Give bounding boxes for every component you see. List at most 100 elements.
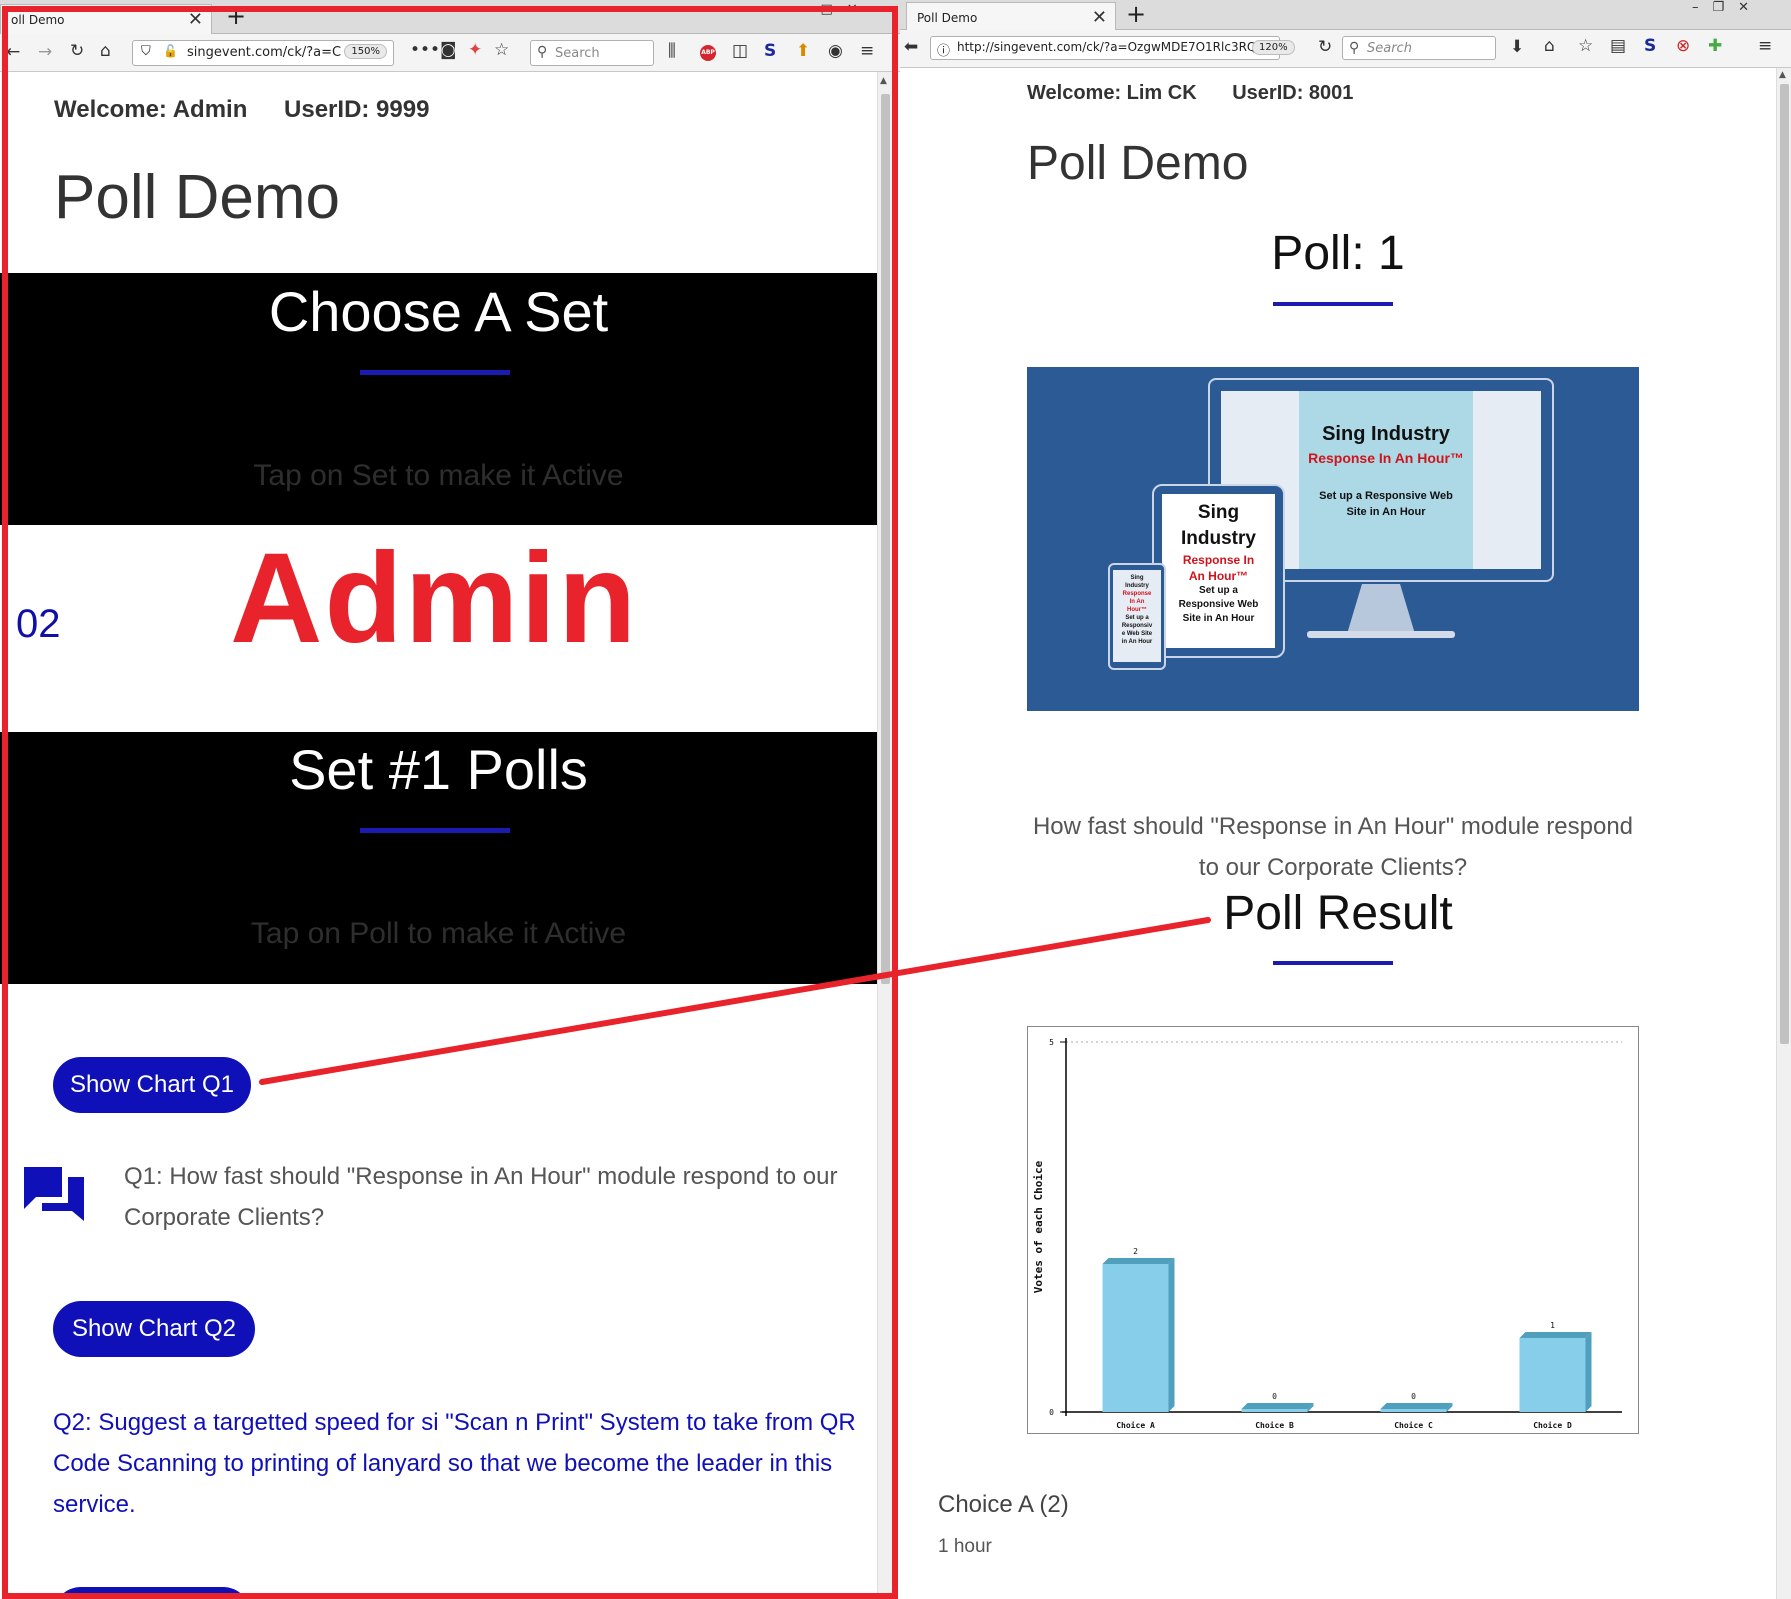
- zoom-level[interactable]: 120%: [1252, 40, 1295, 55]
- right-scrollbar[interactable]: ▲: [1776, 68, 1791, 1599]
- hamburger-menu-icon[interactable]: ≡: [860, 43, 874, 60]
- left-search-box[interactable]: ⚲ Search: [530, 40, 654, 66]
- q2-text[interactable]: Q2: Suggest a targetted speed for si "Sc…: [53, 1402, 863, 1525]
- account-icon[interactable]: ◉: [828, 43, 843, 60]
- user-id: UserID: 8001: [1232, 82, 1354, 104]
- choose-set-title: Choose A Set: [268, 280, 609, 343]
- tablet-tagline-1: Set up a: [1199, 585, 1238, 596]
- welcome-text: Welcome: Admin: [54, 96, 248, 123]
- user-id: UserID: 9999: [284, 96, 430, 123]
- bar-choice-d: [1519, 1338, 1586, 1412]
- scroll-thumb[interactable]: [881, 94, 890, 984]
- close-icon[interactable]: ✕: [188, 9, 203, 30]
- left-url-bar[interactable]: ⛉ 🔓 singevent.com/ck/?a=C 150%: [132, 40, 394, 66]
- set-item-admin[interactable]: 02 Admin: [0, 525, 877, 732]
- scroll-thumb[interactable]: [1780, 84, 1789, 1044]
- new-tab-icon[interactable]: +: [226, 2, 246, 30]
- banner-title: Sing Industry: [1322, 423, 1450, 445]
- show-chart-q1-button[interactable]: Show Chart Q1: [53, 1057, 251, 1113]
- admin-page-content: Welcome: Admin UserID: 9999 Poll Demo Ch…: [0, 72, 877, 1599]
- extension-icon[interactable]: ✦: [468, 42, 482, 59]
- bar-chart-svg: 0 5 Votes of each Choice 2 Choice A 0 Choice B…: [1032, 1038, 1622, 1430]
- welcome-line: Welcome: Admin UserID: 9999: [54, 96, 459, 124]
- reload-icon[interactable]: ↻: [1318, 39, 1332, 56]
- back-arrow-icon[interactable]: ⬅: [904, 39, 918, 56]
- phone-text-5: Hour™: [1127, 607, 1147, 613]
- bookmark-star-icon[interactable]: ☆: [1578, 38, 1593, 55]
- new-tab-icon[interactable]: +: [1126, 0, 1146, 28]
- phone-text-8: e Web Site: [1121, 631, 1153, 637]
- category-label: Choice C: [1394, 1420, 1433, 1430]
- poll-result-heading: Poll Result: [1223, 887, 1453, 940]
- welcome-text: Welcome: Lim CK: [1027, 82, 1197, 104]
- data-label: 0: [1411, 1392, 1416, 1401]
- reload-icon[interactable]: ↻: [70, 43, 84, 60]
- puzzle-icon[interactable]: ✚: [1708, 38, 1722, 55]
- admin-browser-window: oll Demo ✕ + –□✕ ← → ↻ ⌂ ⛉ 🔓 singevent.c…: [0, 0, 900, 1599]
- bar-top: [1102, 1258, 1175, 1264]
- left-scrollbar[interactable]: ▲: [877, 72, 892, 1599]
- tablet-subtitle-1: Response In: [1182, 553, 1255, 567]
- s-extension-icon[interactable]: S: [764, 43, 776, 60]
- download-icon[interactable]: ⬇: [1510, 39, 1524, 56]
- heading-underline: [1273, 302, 1393, 306]
- bar-choice-c: [1380, 1409, 1447, 1412]
- set-name: Admin: [230, 527, 639, 670]
- show-chart-q3-button[interactable]: [53, 1587, 251, 1599]
- library-icon[interactable]: ⫼: [668, 43, 676, 60]
- window-controls[interactable]: –□✕: [800, 2, 872, 17]
- forward-arrow-icon[interactable]: →: [38, 44, 52, 61]
- window-controls[interactable]: –❐✕: [1692, 0, 1763, 15]
- set-polls-hint: Tap on Poll to make it Active: [250, 917, 627, 950]
- poll-result-chart: 0 5 Votes of each Choice 2 Choice A 0 Choice B…: [1027, 1026, 1639, 1434]
- welcome-line: Welcome: Lim CK UserID: 8001: [1027, 82, 1383, 105]
- zoom-level[interactable]: 150%: [344, 44, 387, 59]
- page-title: Poll Demo: [1027, 137, 1249, 190]
- left-tab-poll-demo[interactable]: oll Demo ✕: [0, 4, 212, 34]
- tablet-tagline-2: Responsive Web: [1178, 599, 1259, 610]
- choice-line: Choice A (2): [938, 1491, 1069, 1518]
- color-extension-icon[interactable]: ⬆: [796, 43, 810, 60]
- bar-side: [1585, 1332, 1592, 1412]
- phone-text-9: in An Hour: [1121, 639, 1153, 645]
- monitor-base: [1307, 631, 1455, 638]
- right-tab-poll-demo[interactable]: Poll Demo ✕: [906, 2, 1116, 30]
- bookmark-star-icon[interactable]: ☆: [494, 42, 509, 59]
- reader-icon[interactable]: ▤: [1610, 38, 1626, 55]
- left-tab-title: oll Demo: [11, 13, 65, 27]
- heading-underline: [1273, 961, 1393, 965]
- data-label: 1: [1550, 1321, 1555, 1330]
- set-number: 02: [16, 602, 61, 646]
- title-underline: [360, 828, 510, 833]
- right-search-box[interactable]: ⚲ Search: [1342, 36, 1496, 60]
- scroll-up-icon[interactable]: ▲: [1779, 70, 1786, 80]
- show-chart-q2-button[interactable]: Show Chart Q2: [53, 1301, 255, 1357]
- phone-text-4: In An: [1129, 599, 1145, 605]
- sidebar-icon[interactable]: ◫: [732, 43, 748, 60]
- y-tick-label: 0: [1049, 1408, 1054, 1417]
- pocket-icon[interactable]: ◙: [440, 42, 457, 59]
- tablet-screen: Sing Industry Response In An Hour™ Set u…: [1162, 494, 1275, 648]
- adblock-icon[interactable]: ABP: [700, 45, 716, 61]
- back-arrow-icon[interactable]: ←: [6, 44, 20, 61]
- participant-browser-window: Poll Demo ✕ + –❐✕ ⬅ ⓘ http://singevent.c…: [900, 0, 1791, 1599]
- hamburger-menu-icon[interactable]: ≡: [1758, 38, 1772, 55]
- monitor-screen-card: Sing Industry Response In An Hour™ Set u…: [1299, 391, 1473, 569]
- category-label: Choice B: [1255, 1420, 1294, 1430]
- more-dots-icon[interactable]: •••: [410, 42, 440, 59]
- right-url-bar[interactable]: ⓘ http://singevent.com/ck/?a=OzgwMDE7O1R…: [930, 36, 1280, 60]
- poll-banner-image: Sing Industry Response In An Hour™ Set u…: [1027, 367, 1639, 711]
- tablet-subtitle-2: An Hour™: [1188, 569, 1249, 583]
- title-underline: [360, 370, 510, 375]
- insecure-lock-icon: 🔓: [163, 44, 178, 58]
- block-icon[interactable]: ⊗: [1676, 38, 1690, 55]
- close-icon[interactable]: ✕: [1092, 7, 1107, 28]
- q1-text[interactable]: Q1: How fast should "Response in An Hour…: [124, 1156, 864, 1238]
- set-polls-title: Set #1 Polls: [289, 738, 588, 801]
- home-icon[interactable]: ⌂: [100, 43, 111, 60]
- scroll-up-icon[interactable]: ▲: [880, 76, 887, 86]
- right-search-placeholder: Search: [1367, 41, 1412, 56]
- s-extension-icon[interactable]: S: [1644, 38, 1656, 55]
- right-tab-strip: Poll Demo ✕ + –❐✕: [900, 0, 1791, 30]
- home-icon[interactable]: ⌂: [1544, 38, 1555, 55]
